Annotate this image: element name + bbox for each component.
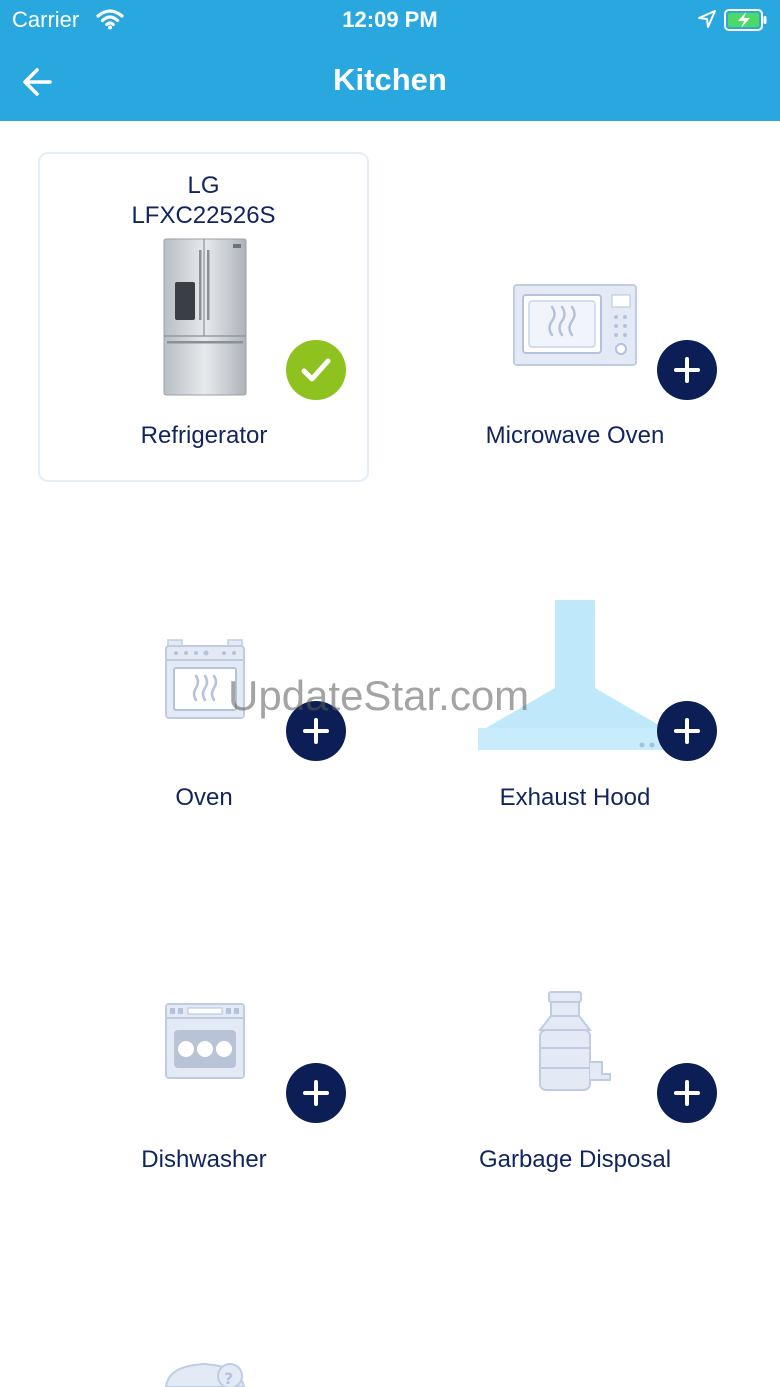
- add-microwave-oven-button[interactable]: [657, 340, 717, 400]
- exhaust-hood-icon[interactable]: [476, 600, 676, 752]
- other-appliance-icon[interactable]: ?: [164, 1362, 250, 1387]
- status-time: 12:09 PM: [342, 7, 438, 32]
- added-check-badge: [286, 340, 346, 400]
- add-oven-button[interactable]: [286, 701, 346, 761]
- location-arrow-icon: [697, 9, 717, 29]
- check-icon: [301, 358, 331, 382]
- add-dishwasher-button[interactable]: [286, 1063, 346, 1123]
- app-header: Carrier 12:09 PM Kitchen: [0, 0, 780, 121]
- svg-text:?: ?: [224, 1369, 233, 1387]
- garbage-disposal-icon[interactable]: [538, 990, 614, 1092]
- appliance-label-oven: Oven: [175, 784, 233, 811]
- microwave-oven-icon[interactable]: [512, 283, 638, 367]
- appliance-label-microwave-oven: Microwave Oven: [485, 422, 665, 449]
- status-bar: Carrier 12:09 PM: [0, 0, 780, 40]
- add-exhaust-hood-button[interactable]: [657, 701, 717, 761]
- add-garbage-disposal-button[interactable]: [657, 1063, 717, 1123]
- oven-icon[interactable]: [164, 638, 246, 720]
- appliance-label-refrigerator: Refrigerator: [140, 422, 268, 449]
- appliance-label-exhaust-hood: Exhaust Hood: [499, 784, 651, 811]
- appliance-model: LFXC22526S: [131, 202, 276, 229]
- dishwasher-icon[interactable]: [164, 1002, 246, 1080]
- appliance-label-dishwasher: Dishwasher: [141, 1146, 267, 1173]
- appliance-label-garbage-disposal: Garbage Disposal: [478, 1146, 672, 1173]
- appliance-brand: LG: [187, 172, 220, 199]
- page-title: Kitchen: [333, 62, 447, 97]
- battery-charging-icon: [724, 8, 768, 32]
- refrigerator-photo: [163, 238, 247, 396]
